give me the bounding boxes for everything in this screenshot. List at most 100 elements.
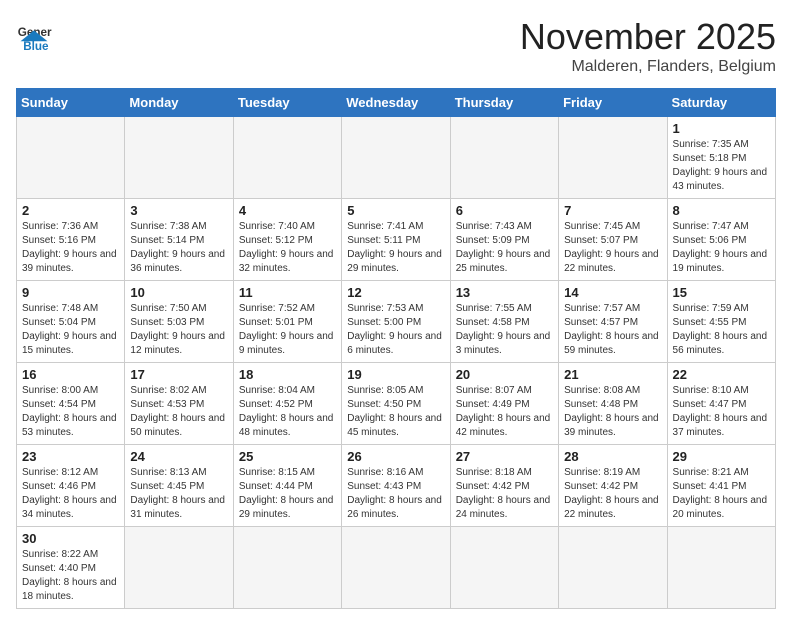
day-number: 4: [239, 203, 336, 218]
day-number: 25: [239, 449, 336, 464]
day-info: Sunrise: 8:12 AM Sunset: 4:46 PM Dayligh…: [22, 466, 119, 522]
week-row-4: 23 Sunrise: 8:12 AM Sunset: 4:46 PM Dayli…: [17, 445, 776, 527]
day-info: Sunrise: 8:16 AM Sunset: 4:43 PM Dayligh…: [347, 466, 444, 522]
calendar-cell: 30 Sunrise: 8:22 AM Sunset: 4:40 PM Dayli…: [17, 527, 125, 609]
day-number: 20: [456, 367, 553, 382]
calendar-cell: 21 Sunrise: 8:08 AM Sunset: 4:48 PM Dayli…: [559, 363, 667, 445]
week-row-3: 16Sunrise: 8:00 AM Sunset: 4:54 PM Dayli…: [17, 363, 776, 445]
calendar-cell: 1 Sunrise: 7:35 AM Sunset: 5:18 PM Daylig…: [667, 117, 775, 199]
calendar-cell: 10Sunrise: 7:50 AM Sunset: 5:03 PM Dayli…: [125, 281, 233, 363]
calendar-cell: 15 Sunrise: 7:59 AM Sunset: 4:55 PM Dayli…: [667, 281, 775, 363]
calendar-cell: 6Sunrise: 7:43 AM Sunset: 5:09 PM Daylig…: [450, 199, 558, 281]
day-info: Sunrise: 8:05 AM Sunset: 4:50 PM Dayligh…: [347, 384, 444, 440]
day-info: Sunrise: 7:59 AM Sunset: 4:55 PM Dayligh…: [673, 302, 770, 358]
day-info: Sunrise: 8:02 AM Sunset: 4:53 PM Dayligh…: [130, 384, 227, 440]
calendar-cell: 5 Sunrise: 7:41 AM Sunset: 5:11 PM Daylig…: [342, 199, 450, 281]
weekday-header-monday: Monday: [125, 89, 233, 117]
weekday-header-friday: Friday: [559, 89, 667, 117]
day-info: Sunrise: 8:19 AM Sunset: 4:42 PM Dayligh…: [564, 466, 661, 522]
calendar-cell: 19 Sunrise: 8:05 AM Sunset: 4:50 PM Dayli…: [342, 363, 450, 445]
day-number: 15: [673, 285, 770, 300]
calendar-cell: 12 Sunrise: 7:53 AM Sunset: 5:00 PM Dayli…: [342, 281, 450, 363]
calendar-cell: [17, 117, 125, 199]
day-number: 2: [22, 203, 119, 218]
day-number: 1: [673, 121, 770, 136]
calendar-cell: [233, 527, 341, 609]
calendar-cell: 16Sunrise: 8:00 AM Sunset: 4:54 PM Dayli…: [17, 363, 125, 445]
day-number: 17: [130, 367, 227, 382]
day-info: Sunrise: 8:21 AM Sunset: 4:41 PM Dayligh…: [673, 466, 770, 522]
day-info: Sunrise: 7:47 AM Sunset: 5:06 PM Dayligh…: [673, 220, 770, 276]
calendar-cell: 22 Sunrise: 8:10 AM Sunset: 4:47 PM Dayli…: [667, 363, 775, 445]
calendar-cell: 2 Sunrise: 7:36 AM Sunset: 5:16 PM Daylig…: [17, 199, 125, 281]
week-row-2: 9Sunrise: 7:48 AM Sunset: 5:04 PM Daylig…: [17, 281, 776, 363]
calendar-cell: 29 Sunrise: 8:21 AM Sunset: 4:41 PM Dayli…: [667, 445, 775, 527]
logo: General Blue: [16, 16, 52, 52]
calendar-cell: [125, 117, 233, 199]
calendar-cell: [342, 117, 450, 199]
day-info: Sunrise: 7:57 AM Sunset: 4:57 PM Dayligh…: [564, 302, 661, 358]
day-info: Sunrise: 8:10 AM Sunset: 4:47 PM Dayligh…: [673, 384, 770, 440]
day-info: Sunrise: 8:04 AM Sunset: 4:52 PM Dayligh…: [239, 384, 336, 440]
day-number: 12: [347, 285, 444, 300]
day-info: Sunrise: 7:43 AM Sunset: 5:09 PM Dayligh…: [456, 220, 553, 276]
calendar-cell: 8 Sunrise: 7:47 AM Sunset: 5:06 PM Daylig…: [667, 199, 775, 281]
calendar-cell: [125, 527, 233, 609]
calendar: SundayMondayTuesdayWednesdayThursdayFrid…: [16, 88, 776, 609]
day-info: Sunrise: 8:07 AM Sunset: 4:49 PM Dayligh…: [456, 384, 553, 440]
day-number: 14: [564, 285, 661, 300]
day-info: Sunrise: 8:13 AM Sunset: 4:45 PM Dayligh…: [130, 466, 227, 522]
day-number: 30: [22, 531, 119, 546]
day-number: 3: [130, 203, 227, 218]
weekday-header-thursday: Thursday: [450, 89, 558, 117]
calendar-cell: 9Sunrise: 7:48 AM Sunset: 5:04 PM Daylig…: [17, 281, 125, 363]
day-number: 10: [130, 285, 227, 300]
day-number: 28: [564, 449, 661, 464]
day-info: Sunrise: 8:08 AM Sunset: 4:48 PM Dayligh…: [564, 384, 661, 440]
day-info: Sunrise: 7:35 AM Sunset: 5:18 PM Dayligh…: [673, 138, 770, 194]
calendar-cell: 20 Sunrise: 8:07 AM Sunset: 4:49 PM Dayli…: [450, 363, 558, 445]
header: General Blue November 2025 Malderen, Fla…: [16, 16, 776, 76]
calendar-cell: [559, 117, 667, 199]
weekday-header-wednesday: Wednesday: [342, 89, 450, 117]
calendar-cell: 25 Sunrise: 8:15 AM Sunset: 4:44 PM Dayli…: [233, 445, 341, 527]
calendar-cell: 23 Sunrise: 8:12 AM Sunset: 4:46 PM Dayli…: [17, 445, 125, 527]
day-number: 21: [564, 367, 661, 382]
calendar-cell: [450, 527, 558, 609]
calendar-cell: [559, 527, 667, 609]
day-number: 23: [22, 449, 119, 464]
location-title: Malderen, Flanders, Belgium: [520, 58, 776, 76]
day-info: Sunrise: 7:45 AM Sunset: 5:07 PM Dayligh…: [564, 220, 661, 276]
day-info: Sunrise: 8:00 AM Sunset: 4:54 PM Dayligh…: [22, 384, 119, 440]
calendar-cell: [667, 527, 775, 609]
day-info: Sunrise: 8:22 AM Sunset: 4:40 PM Dayligh…: [22, 548, 119, 604]
day-number: 24: [130, 449, 227, 464]
calendar-cell: 13Sunrise: 7:55 AM Sunset: 4:58 PM Dayli…: [450, 281, 558, 363]
month-title: November 2025: [520, 16, 776, 58]
weekday-header-row: SundayMondayTuesdayWednesdayThursdayFrid…: [17, 89, 776, 117]
day-info: Sunrise: 7:36 AM Sunset: 5:16 PM Dayligh…: [22, 220, 119, 276]
day-number: 13: [456, 285, 553, 300]
day-info: Sunrise: 8:18 AM Sunset: 4:42 PM Dayligh…: [456, 466, 553, 522]
day-info: Sunrise: 7:40 AM Sunset: 5:12 PM Dayligh…: [239, 220, 336, 276]
day-info: Sunrise: 7:53 AM Sunset: 5:00 PM Dayligh…: [347, 302, 444, 358]
calendar-cell: [450, 117, 558, 199]
calendar-cell: 26Sunrise: 8:16 AM Sunset: 4:43 PM Dayli…: [342, 445, 450, 527]
calendar-cell: 7Sunrise: 7:45 AM Sunset: 5:07 PM Daylig…: [559, 199, 667, 281]
day-info: Sunrise: 7:52 AM Sunset: 5:01 PM Dayligh…: [239, 302, 336, 358]
calendar-cell: [233, 117, 341, 199]
day-number: 19: [347, 367, 444, 382]
day-info: Sunrise: 7:41 AM Sunset: 5:11 PM Dayligh…: [347, 220, 444, 276]
day-number: 8: [673, 203, 770, 218]
day-info: Sunrise: 8:15 AM Sunset: 4:44 PM Dayligh…: [239, 466, 336, 522]
calendar-cell: 28 Sunrise: 8:19 AM Sunset: 4:42 PM Dayli…: [559, 445, 667, 527]
day-number: 29: [673, 449, 770, 464]
calendar-cell: 4 Sunrise: 7:40 AM Sunset: 5:12 PM Daylig…: [233, 199, 341, 281]
calendar-cell: 3 Sunrise: 7:38 AM Sunset: 5:14 PM Daylig…: [125, 199, 233, 281]
calendar-cell: 11 Sunrise: 7:52 AM Sunset: 5:01 PM Dayli…: [233, 281, 341, 363]
calendar-cell: 27Sunrise: 8:18 AM Sunset: 4:42 PM Dayli…: [450, 445, 558, 527]
day-number: 5: [347, 203, 444, 218]
day-number: 11: [239, 285, 336, 300]
day-info: Sunrise: 7:38 AM Sunset: 5:14 PM Dayligh…: [130, 220, 227, 276]
day-number: 22: [673, 367, 770, 382]
